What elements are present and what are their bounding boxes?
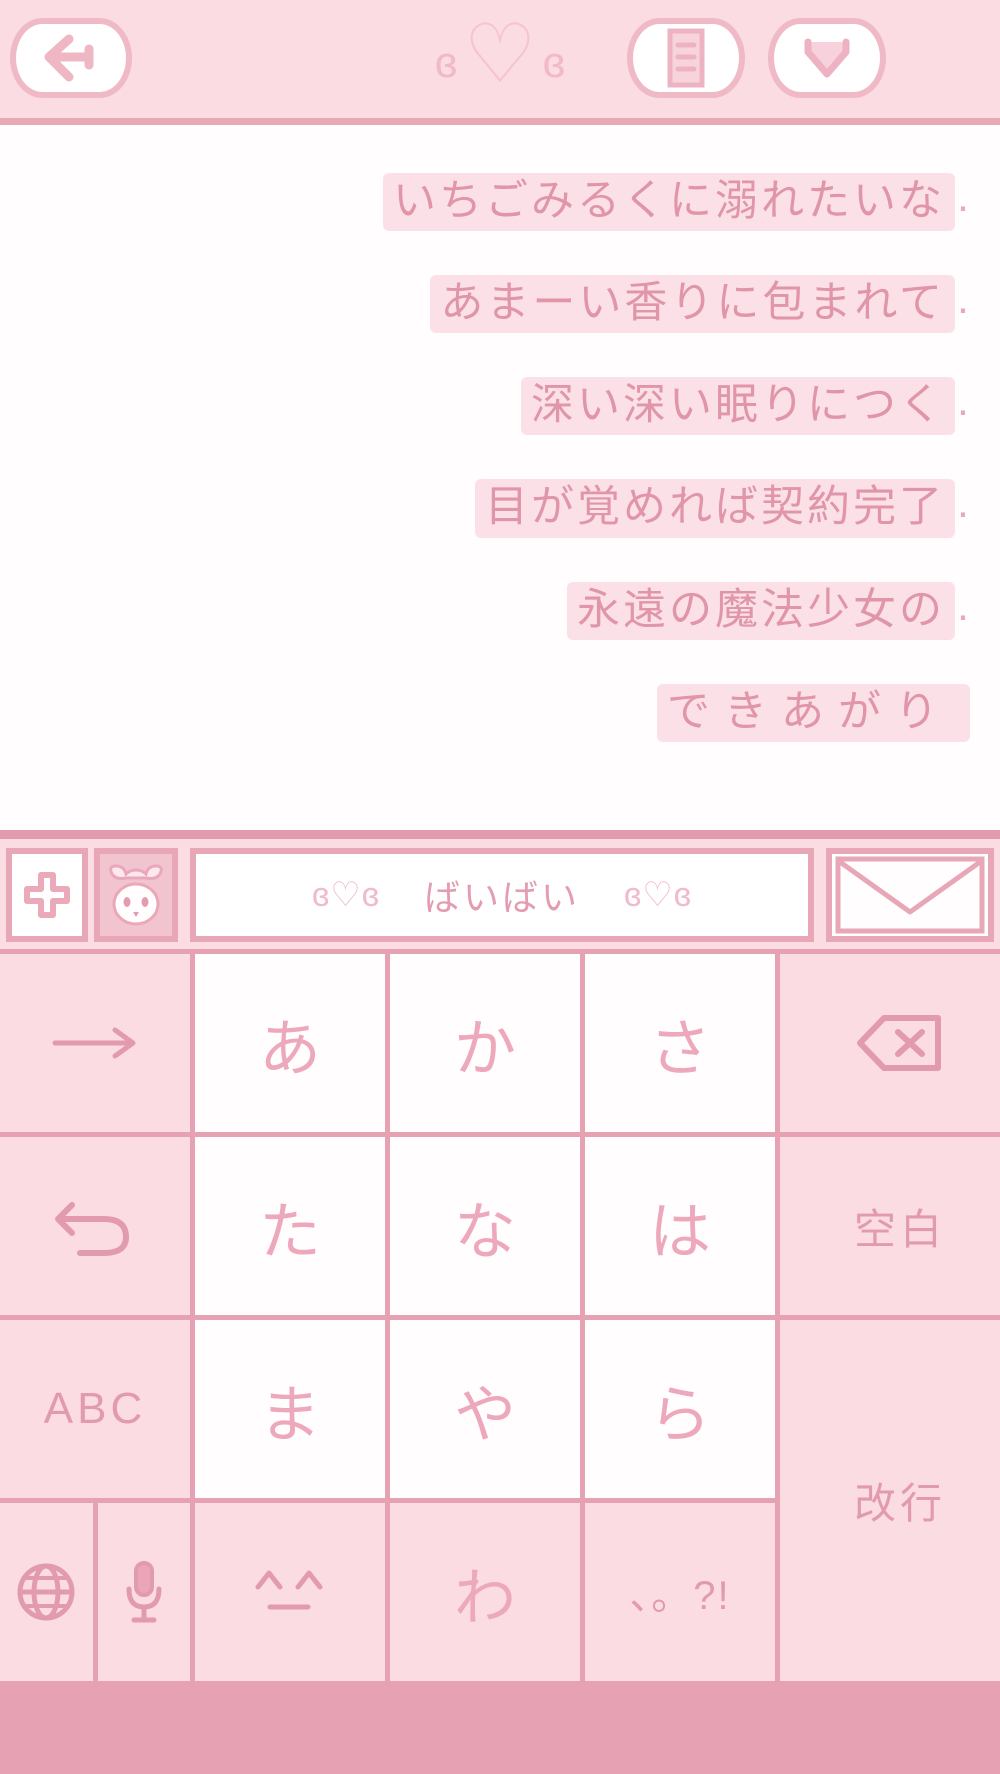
space-key[interactable]: 空白	[780, 1137, 1000, 1315]
note-line-text: 深い深い眠りにつく	[521, 377, 956, 436]
note-line-punct: .	[957, 479, 972, 528]
key-na[interactable]: な	[390, 1137, 580, 1315]
microphone-icon	[122, 1559, 166, 1625]
globe-icon	[15, 1561, 77, 1623]
globe-key[interactable]	[0, 1503, 93, 1681]
key-wa[interactable]: わ	[390, 1503, 580, 1681]
mascot-face-icon	[104, 860, 168, 930]
suggestion-content: ɞ♡ɞ ばいばい ɞ♡ɞ	[312, 869, 692, 921]
emoticon-key[interactable]	[195, 1503, 385, 1681]
note-line: いちごみるくに溺れたいな.	[0, 173, 1000, 232]
add-button[interactable]	[6, 848, 88, 942]
mic-key[interactable]	[97, 1503, 190, 1681]
enter-key[interactable]: 改行	[780, 1320, 1000, 1681]
key-a[interactable]: あ	[195, 954, 385, 1132]
note-line-text: あまーい香りに包まれて	[430, 275, 956, 334]
note-line-punct: .	[957, 275, 972, 324]
title-heart-icon: ♡	[463, 9, 537, 100]
note-line: できあがり	[0, 683, 1000, 742]
plus-icon	[21, 869, 73, 921]
backspace-icon	[854, 1012, 946, 1074]
note-line-text: 永遠の魔法少女の	[567, 581, 956, 640]
title-right-wing-icon: ɞ	[542, 38, 566, 87]
note-text-area[interactable]: いちごみるくに溺れたいな. あまーい香りに包まれて. 深い深い眠りにつく. 目が…	[0, 125, 1000, 830]
suggestion-left-kaomoji: ɞ♡ɞ	[312, 876, 380, 914]
note-line-punct	[970, 684, 972, 742]
key-ka[interactable]: か	[390, 954, 580, 1132]
note-line: 目が覚めれば契約完了.	[0, 479, 1000, 538]
title-left-wing-icon: ɞ	[434, 38, 458, 87]
undo-key[interactable]	[0, 1137, 190, 1315]
key-ta[interactable]: た	[195, 1137, 385, 1315]
key-ra[interactable]: ら	[585, 1320, 775, 1498]
list-icon	[666, 28, 706, 88]
cursor-right-key[interactable]	[0, 954, 190, 1132]
note-line: あまーい香りに包まれて.	[0, 275, 1000, 334]
note-line: 永遠の魔法少女の.	[0, 581, 1000, 640]
menu-list-button[interactable]	[627, 18, 745, 98]
backspace-key[interactable]	[780, 954, 1000, 1132]
arrow-right-icon	[45, 1023, 145, 1063]
note-line: 深い深い眠りにつく.	[0, 377, 1000, 436]
suggestion-word: ばいばい	[423, 877, 580, 918]
heart-chevron-icon	[798, 32, 856, 84]
keyboard-key-grid: あ か さ た な は 空白 ABC ま や ら 改行 わ 、。?!	[0, 949, 1000, 1774]
navbar-underline	[0, 118, 1000, 125]
suggestion-bar[interactable]: ɞ♡ɞ ばいばい ɞ♡ɞ	[190, 848, 814, 942]
envelope-icon	[835, 856, 985, 934]
heart-chevron-button[interactable]	[768, 18, 886, 98]
app-root: ɞ ♡ ɞ いちごみるくに溺れたいな . あまーい香りに包まれて . 深い深い眠…	[0, 0, 1000, 1774]
send-button[interactable]	[826, 848, 994, 942]
key-ya[interactable]: や	[390, 1320, 580, 1498]
undo-arrow-icon	[50, 1191, 140, 1261]
note-line-punct: .	[957, 173, 972, 221]
back-arrow-icon	[39, 31, 103, 85]
keyboard: ɞ♡ɞ ばいばい ɞ♡ɞ あ か さ た な は 空白 ABC ま や ら 改行…	[0, 830, 1000, 1774]
abc-key[interactable]: ABC	[0, 1320, 190, 1498]
punctuation-key[interactable]: 、。?!	[585, 1503, 775, 1681]
mascot-button[interactable]	[94, 848, 178, 942]
note-line-text: いちごみるくに溺れたいな	[383, 173, 956, 232]
suggestion-right-kaomoji: ɞ♡ɞ	[624, 876, 692, 914]
note-line-text: できあがり	[657, 683, 970, 742]
note-line-text: 目が覚めれば契約完了	[475, 479, 956, 538]
back-button[interactable]	[10, 18, 132, 98]
globe-mic-group	[0, 1503, 190, 1681]
key-sa[interactable]: さ	[585, 954, 775, 1132]
note-line-punct: .	[957, 377, 972, 426]
note-line-punct: .	[957, 581, 972, 630]
key-ma[interactable]: ま	[195, 1320, 385, 1498]
top-navbar: ɞ ♡ ɞ	[0, 0, 1000, 118]
key-ha[interactable]: は	[585, 1137, 775, 1315]
keyboard-toolbar: ɞ♡ɞ ばいばい ɞ♡ɞ	[0, 839, 1000, 949]
emoticon-icon	[242, 1563, 338, 1621]
